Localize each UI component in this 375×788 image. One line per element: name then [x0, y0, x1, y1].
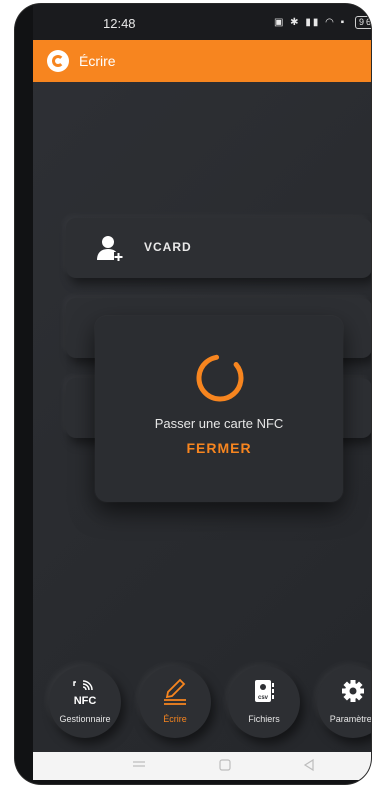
svg-text:NFC: NFC — [74, 695, 97, 706]
phone-frame: 12:48 ▣ ✱ ▮▮ ◠ ▪ 96 Écrire VCARD Passer … — [15, 4, 371, 784]
nav-parametres[interactable]: Paramètres — [317, 666, 371, 738]
signal-icon: ▮▮ — [305, 17, 321, 28]
csv-file-icon: csv — [255, 680, 274, 702]
svg-text:csv: csv — [258, 695, 269, 701]
pen-icon — [164, 678, 186, 705]
status-bar: 12:48 ▣ ✱ ▮▮ ◠ ▪ 96 — [33, 4, 371, 40]
nav-label: Paramètres — [329, 714, 371, 724]
app-logo-icon — [47, 50, 69, 72]
status-icons: ▣ ✱ ▮▮ ◠ ▪ 96 — [274, 16, 371, 29]
vcard-menu-item[interactable]: VCARD — [66, 218, 371, 278]
add-contact-icon — [97, 236, 123, 261]
menu-icon[interactable] — [131, 758, 147, 772]
dialog-message: Passer une carte NFC — [154, 416, 284, 431]
app-bar: Écrire — [33, 40, 371, 82]
loading-spinner-icon — [196, 354, 244, 402]
close-dialog-button[interactable]: FERMER — [95, 440, 343, 456]
app-title: Écrire — [79, 53, 116, 69]
nav-label: Écrire — [163, 714, 187, 724]
back-icon[interactable] — [301, 758, 317, 772]
home-icon[interactable] — [217, 758, 233, 772]
status-time: 12:48 — [103, 16, 136, 31]
nav-gestionnaire[interactable]: NFC Gestionnaire — [49, 666, 121, 738]
app-screen: 12:48 ▣ ✱ ▮▮ ◠ ▪ 96 Écrire VCARD Passer … — [33, 4, 371, 780]
gear-icon — [342, 680, 364, 702]
nfc-scan-dialog: Passer une carte NFC FERMER — [95, 316, 343, 502]
vcard-label: VCARD — [144, 240, 192, 254]
sim-icon: ▪ — [340, 17, 347, 28]
bottom-navigation: NFC Gestionnaire Écrire csv Fichiers Par… — [33, 660, 371, 750]
nav-ecrire[interactable]: Écrire — [139, 666, 211, 738]
wifi-icon: ◠ — [325, 17, 336, 28]
nav-label: Fichiers — [248, 714, 280, 724]
bluetooth-icon: ✱ — [290, 17, 301, 28]
nfc-icon: NFC — [73, 680, 97, 706]
nav-fichiers[interactable]: csv Fichiers — [228, 666, 300, 738]
nav-label: Gestionnaire — [59, 714, 111, 724]
nfc-status-icon: ▣ — [273, 17, 286, 28]
battery-icon: 96 — [354, 16, 371, 29]
system-navigation-bar — [33, 752, 371, 780]
